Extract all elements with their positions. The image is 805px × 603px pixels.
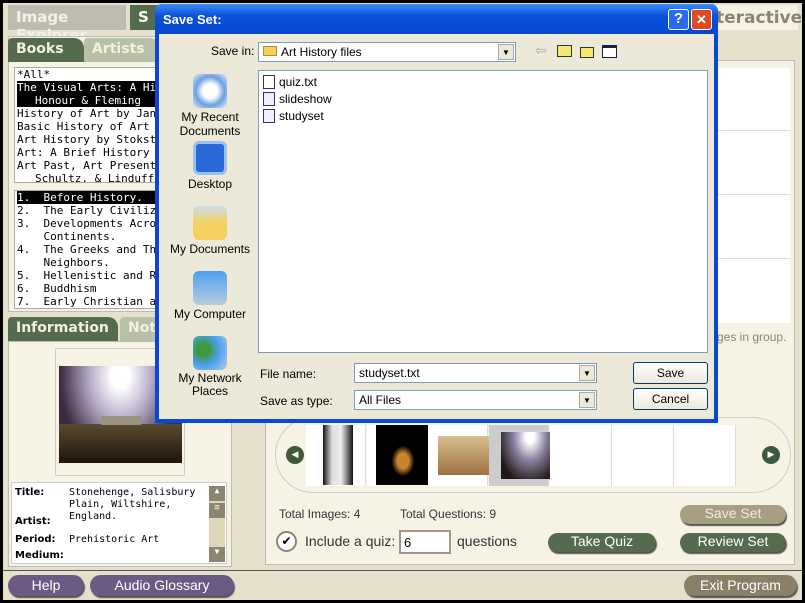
group-hint: ges in group. [717,330,787,344]
thumbnail-stonehenge[interactable] [489,425,559,486]
title-value: Stonehenge, Salisbury Plain, Wiltshire, … [69,487,196,522]
save-as-type-dropdown[interactable]: All Files ▼ [354,390,597,410]
save-as-type-value: All Files [359,393,402,407]
dialog-title: Save Set: [163,12,222,27]
scroll-down-icon[interactable]: ▼ [209,547,225,562]
thumbnail-head[interactable] [367,425,430,486]
save-in-dropdown[interactable]: Art History files ▼ [258,42,516,62]
quiz-count-input[interactable] [399,530,451,554]
tab-artists[interactable]: Artists [84,38,160,62]
include-quiz-checkbox[interactable]: ✔ [276,531,297,552]
review-set-button[interactable]: Review Set [680,533,786,552]
scroll-up-icon[interactable]: ▲ [209,486,225,501]
thumbnail-empty[interactable] [612,425,674,486]
save-set-dialog: Save Set: ? ✕ Save in: Art History files… [155,4,718,423]
place-my-computer[interactable]: My Computer [164,271,256,321]
view-menu-icon[interactable] [602,45,617,58]
my-computer-icon [193,271,227,305]
up-folder-icon[interactable] [557,45,572,57]
place-label: Desktop [187,177,233,191]
include-quiz-label: Include a quiz: [305,533,396,549]
place-label: My Documents [169,242,251,256]
artist-label: Artist: [15,516,51,527]
chevron-down-icon[interactable]: ▼ [579,365,595,381]
recent-documents-icon [193,74,227,108]
image-details: Title: Stonehenge, Salisbury Plain, Wilt… [11,482,227,564]
tab-image-explorer[interactable]: Image Explorer [8,5,126,44]
file-item[interactable]: quiz.txt [263,73,703,90]
audio-glossary-button[interactable]: Audio Glossary [90,575,234,596]
title-label: Title: [15,487,45,498]
divider [3,570,802,571]
file-name-value: studyset.txt [359,366,420,380]
file-name: slideshow [279,91,332,106]
details-scrollbar[interactable]: ▲ ≡ ▼ [209,486,225,562]
save-button[interactable]: Save [633,362,708,384]
place-desktop[interactable]: Desktop [164,141,256,191]
place-label: My Recent Documents [179,110,241,138]
save-set-button[interactable]: Save Set [680,505,786,524]
file-name-input[interactable]: studyset.txt ▼ [354,363,597,383]
app-file-icon [263,91,275,106]
take-quiz-button[interactable]: Take Quiz [548,533,656,552]
image-grid [716,68,790,323]
period-label: Period: [15,534,56,545]
save-in-value: Art History files [281,45,362,59]
new-folder-icon[interactable] [580,47,594,58]
place-label: My Network Places [178,371,242,398]
place-my-network-places[interactable]: My Network Places [164,336,256,398]
dialog-body: Save in: Art History files ▼ ⇦ My Recent … [159,34,714,419]
medium-label: Medium: [15,550,64,561]
file-item[interactable]: slideshow [263,90,703,107]
scroll-right-icon[interactable]: ▶ [762,446,780,464]
file-item[interactable]: studyset [263,107,703,124]
places-bar: My Recent Documents Desktop My Documents… [164,70,252,405]
period-value: Prehistoric Art [69,534,160,545]
file-name: studyset [279,108,324,123]
save-as-type-label: Save as type: [260,394,333,408]
thumbnail-empty[interactable] [550,425,612,486]
folder-icon [263,46,277,56]
tab-information[interactable]: Information [8,317,118,341]
exit-program-button[interactable]: Exit Program [684,575,797,596]
total-images: Total Images: 4 [279,507,361,521]
dialog-titlebar[interactable] [155,4,718,34]
close-icon[interactable]: ✕ [691,9,712,30]
scroll-thumb[interactable]: ≡ [209,503,225,518]
cancel-button[interactable]: Cancel [633,388,708,410]
thumbnail-venus[interactable] [306,425,366,486]
tab-books[interactable]: Books [8,38,84,62]
my-documents-icon [193,206,227,240]
place-my-documents[interactable]: My Documents [164,206,256,256]
place-label: My Computer [173,307,247,321]
network-places-icon [193,336,227,370]
place-my-recent-documents[interactable]: My Recent Documents [164,74,256,138]
app-logo-text: teractive [712,5,802,30]
chevron-down-icon[interactable]: ▼ [498,44,514,60]
app-file-icon [263,108,275,123]
chevron-down-icon[interactable]: ▼ [579,392,595,408]
file-name: quiz.txt [279,74,318,89]
file-list[interactable]: quiz.txt slideshow studyset [258,70,708,353]
file-name-label: File name: [260,367,317,381]
desktop-icon [193,141,227,175]
help-icon[interactable]: ? [668,9,689,30]
scroll-left-icon[interactable]: ◀ [286,446,304,464]
back-icon[interactable]: ⇦ [535,43,547,59]
total-questions: Total Questions: 9 [400,507,497,521]
help-button[interactable]: Help [8,575,84,596]
text-file-icon [263,74,275,89]
save-in-label: Save in: [211,44,255,58]
thumbnail-relief[interactable] [428,425,496,486]
questions-label: questions [457,533,517,549]
thumbnail-empty[interactable] [674,425,736,486]
